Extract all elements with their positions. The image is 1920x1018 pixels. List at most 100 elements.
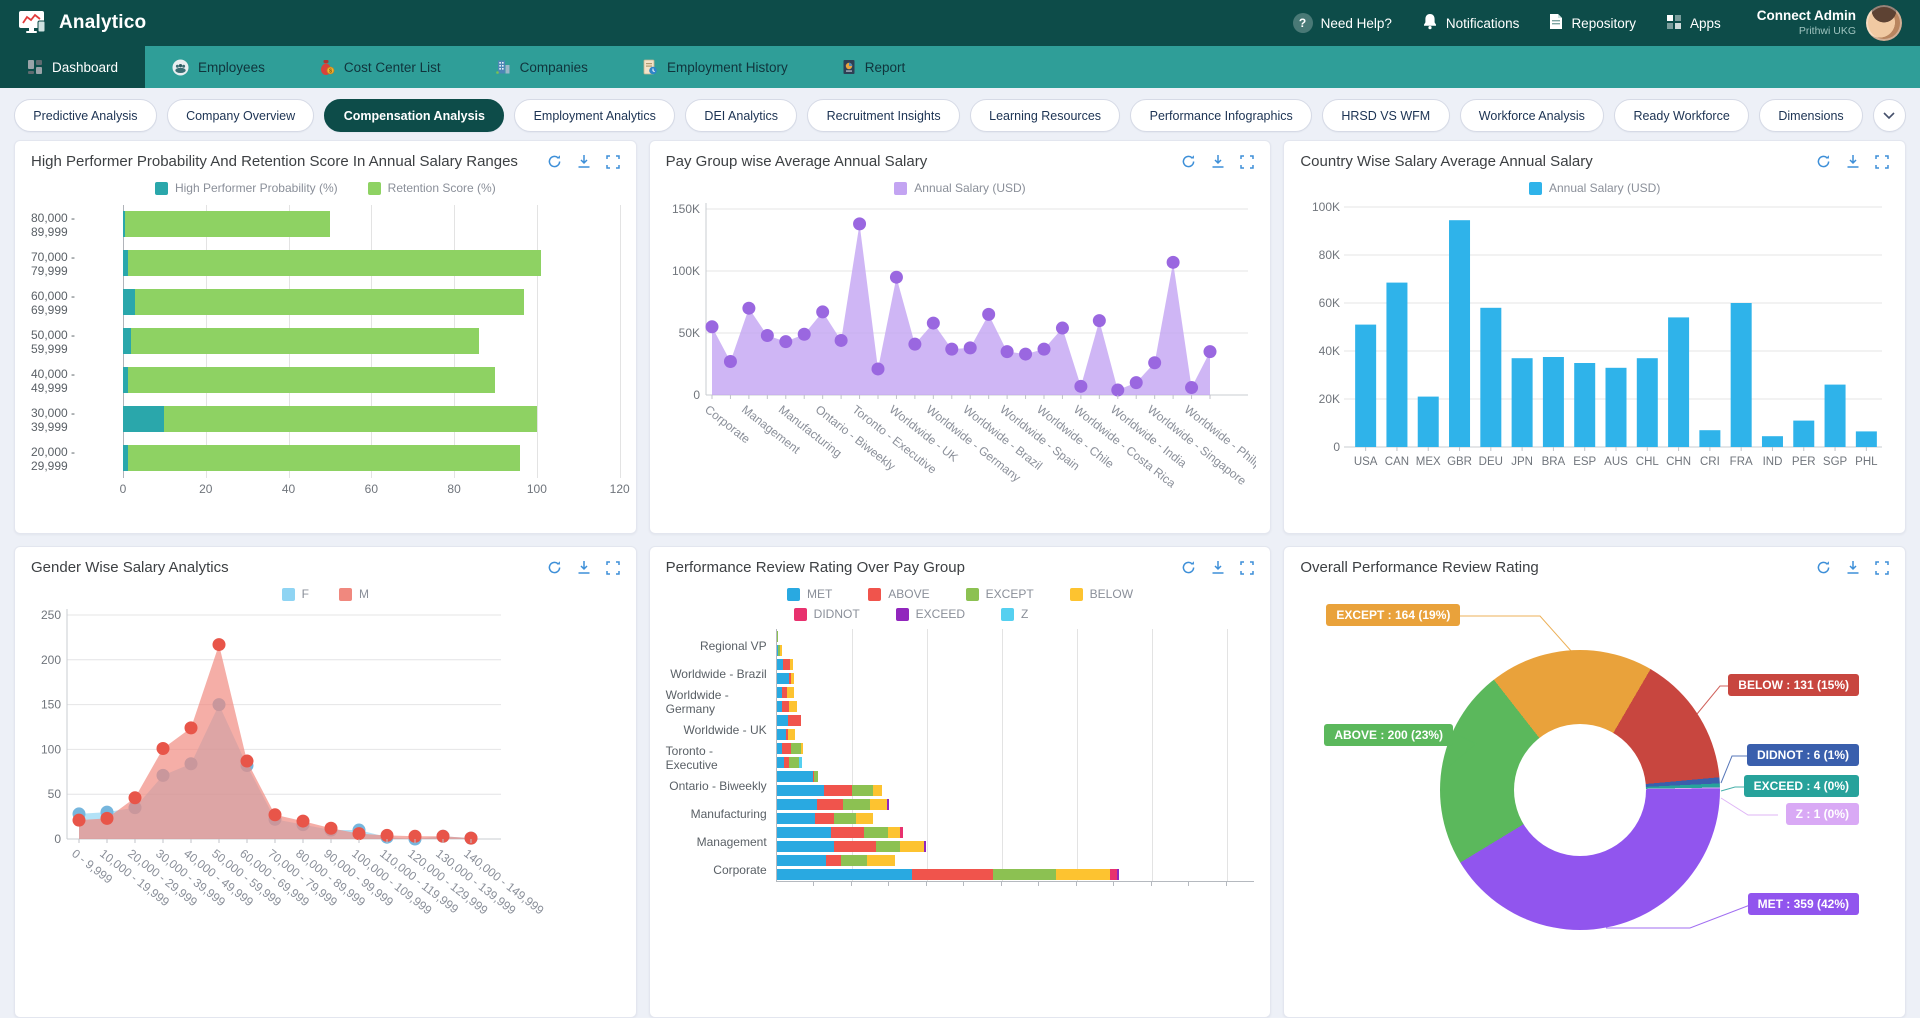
user-org: Prithwi UKG: [1757, 25, 1856, 38]
notifications-menu[interactable]: Notifications: [1422, 13, 1520, 33]
pill-dei-analytics[interactable]: DEI Analytics: [685, 99, 797, 132]
bar-JPN: [1512, 358, 1533, 447]
legend-item-annual-salary-usd-[interactable]: Annual Salary (USD): [894, 181, 1025, 195]
bar-high-performer: [123, 328, 131, 354]
refresh-button[interactable]: [1816, 154, 1831, 169]
card-country-salary: Country Wise Salary Average Annual Salar…: [1283, 140, 1906, 534]
user-menu[interactable]: Connect Admin Prithwi UKG: [1757, 5, 1902, 41]
legend-swatch: [966, 588, 979, 601]
more-pills-button[interactable]: [1873, 99, 1906, 132]
tab-employees[interactable]: Employees: [145, 46, 292, 88]
apps-menu[interactable]: Apps: [1666, 14, 1721, 33]
tab-cost-center-list[interactable]: $ Cost Center List: [292, 46, 468, 88]
legend-item-didnot[interactable]: DIDNOT: [794, 607, 860, 621]
repository-menu[interactable]: Repository: [1549, 13, 1636, 33]
stacked-bar-worldwide-germany: [777, 701, 797, 712]
donut-callout-met: MET : 359 (42%): [1748, 893, 1859, 915]
stacked-bar-regional-vp: [777, 645, 782, 656]
refresh-button[interactable]: [1181, 154, 1196, 169]
refresh-button[interactable]: [547, 560, 562, 575]
tab-companies[interactable]: Companies: [468, 46, 615, 88]
legend-item-retention-score-[interactable]: Retention Score (%): [368, 181, 496, 195]
tab-report[interactable]: Report: [815, 46, 933, 88]
fullscreen-button[interactable]: [606, 561, 620, 575]
fullscreen-button[interactable]: [1240, 155, 1254, 169]
refresh-button[interactable]: [1181, 560, 1196, 575]
svg-text:0: 0: [54, 832, 61, 846]
bar-chart-canvas: 020K40K60K80K100KUSACANMEXGBRDEUJPNBRAES…: [1300, 195, 1890, 497]
download-icon: [1211, 560, 1225, 575]
pill-dimensions[interactable]: Dimensions: [1759, 99, 1863, 132]
stacked-bar-corporate: [777, 855, 896, 866]
svg-text:60K: 60K: [1319, 296, 1340, 310]
svg-text:PHL: PHL: [1855, 456, 1878, 468]
dashboard-filter-bar: Predictive Analysis Company Overview Com…: [0, 88, 1920, 140]
svg-text:200: 200: [41, 653, 61, 667]
download-button[interactable]: [1211, 560, 1225, 575]
tab-employment-history[interactable]: Employment History: [615, 46, 815, 88]
help-menu[interactable]: ? Need Help?: [1293, 13, 1392, 33]
refresh-icon: [1816, 154, 1831, 169]
pill-performance-infographics[interactable]: Performance Infographics: [1130, 99, 1312, 132]
app-brand[interactable]: Analytico: [18, 10, 146, 36]
tab-label: Cost Center List: [344, 60, 441, 75]
pill-predictive-analysis[interactable]: Predictive Analysis: [14, 99, 157, 132]
y-axis-label: Worldwide - Brazil: [666, 657, 776, 685]
bar-high-performer: [123, 445, 128, 471]
pill-hrsd-vs-wfm[interactable]: HRSD VS WFM: [1322, 99, 1449, 132]
tab-label: Employees: [198, 60, 265, 75]
download-icon: [1846, 154, 1860, 169]
fullscreen-button[interactable]: [606, 155, 620, 169]
legend-item-annual-salary-usd-[interactable]: Annual Salary (USD): [1529, 181, 1660, 195]
bar-IND: [1762, 436, 1783, 447]
stacked-bar-worldwide-brazil: [777, 659, 794, 670]
legend-swatch: [794, 608, 807, 621]
download-button[interactable]: [577, 154, 591, 169]
pill-ready-workforce[interactable]: Ready Workforce: [1614, 99, 1749, 132]
legend-item-except[interactable]: EXCEPT: [966, 587, 1034, 601]
app-logo-icon: [18, 10, 48, 36]
pill-employment-analytics[interactable]: Employment Analytics: [514, 99, 675, 132]
report-icon: [842, 59, 856, 75]
apps-grid-icon: [1666, 14, 1682, 33]
bar-AUS: [1606, 368, 1627, 447]
legend-item-m[interactable]: M: [339, 587, 369, 601]
fullscreen-button[interactable]: [1875, 561, 1889, 575]
x-axis-tick: 100: [527, 482, 547, 496]
card-high-performer-retention: High Performer Probability And Retention…: [14, 140, 637, 534]
svg-text:0: 0: [1334, 440, 1341, 454]
legend-swatch: [155, 182, 168, 195]
chart-country-salary: Annual Salary (USD)020K40K60K80K100KUSAC…: [1300, 181, 1889, 502]
pill-learning-resources[interactable]: Learning Resources: [970, 99, 1120, 132]
legend-item-z[interactable]: Z: [1001, 607, 1028, 621]
fullscreen-button[interactable]: [1240, 561, 1254, 575]
pill-compensation-analysis[interactable]: Compensation Analysis: [324, 99, 504, 132]
refresh-button[interactable]: [1816, 560, 1831, 575]
card-title: Pay Group wise Average Annual Salary: [666, 153, 928, 170]
legend-item-f[interactable]: F: [282, 587, 309, 601]
refresh-button[interactable]: [547, 154, 562, 169]
bar-CRI: [1700, 430, 1721, 447]
bar-retention-score: [123, 406, 537, 432]
user-names: Connect Admin Prithwi UKG: [1757, 8, 1856, 38]
svg-text:150: 150: [41, 698, 61, 712]
pill-company-overview[interactable]: Company Overview: [167, 99, 315, 132]
legend-item-met[interactable]: MET: [787, 587, 832, 601]
card-review-rating-pay-group: Performance Review Rating Over Pay Group…: [649, 546, 1272, 1018]
legend-item-exceed[interactable]: EXCEED: [896, 607, 965, 621]
download-button[interactable]: [577, 560, 591, 575]
pill-workforce-analysis[interactable]: Workforce Analysis: [1460, 99, 1605, 132]
fullscreen-button[interactable]: [1875, 155, 1889, 169]
pill-recruitment-insights[interactable]: Recruitment Insights: [807, 99, 960, 132]
legend-item-above[interactable]: ABOVE: [868, 587, 929, 601]
legend-item-high-performer-probability-[interactable]: High Performer Probability (%): [155, 181, 338, 195]
x-axis-tick: 20: [199, 482, 212, 496]
legend-item-below[interactable]: BELOW: [1070, 587, 1133, 601]
download-button[interactable]: [1846, 560, 1860, 575]
download-button[interactable]: [1846, 154, 1860, 169]
download-icon: [1846, 560, 1860, 575]
document-icon: [1549, 13, 1563, 33]
y-axis-label: 30,000 - 39,999: [31, 400, 123, 439]
download-button[interactable]: [1211, 154, 1225, 169]
tab-dashboard[interactable]: Dashboard: [0, 46, 145, 88]
